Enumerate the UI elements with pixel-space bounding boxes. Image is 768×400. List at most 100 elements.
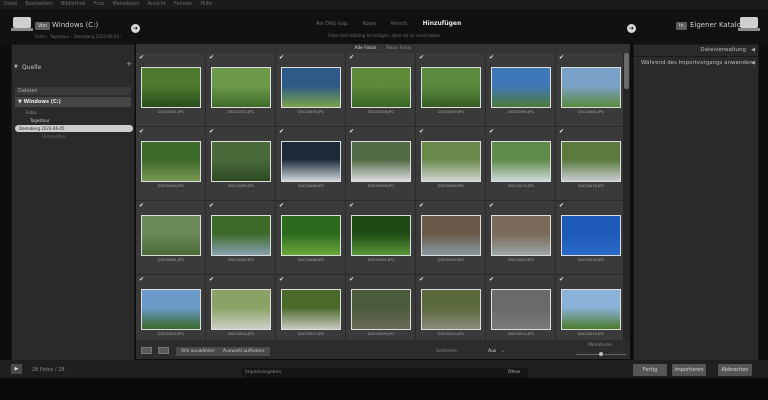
photo-cell[interactable]: ✔ DSC04468.JPG (346, 127, 416, 201)
photo-cell[interactable]: ✔ DSC04500.JPG (556, 201, 623, 275)
photo-thumbnail[interactable] (141, 67, 201, 108)
checkmark-icon[interactable]: ✔ (419, 202, 424, 209)
photo-cell[interactable]: ✔ DSC04488.JPG (276, 201, 346, 275)
photo-cell[interactable]: ✔ DSC04507.JPG (276, 275, 346, 340)
checkmark-icon[interactable]: ✔ (279, 128, 284, 135)
photo-cell[interactable]: ✔ DSC04464.JPG (136, 127, 206, 201)
checkmark-icon[interactable]: ✔ (559, 128, 564, 135)
checkmark-icon[interactable]: ✔ (209, 202, 214, 209)
photo-thumbnail[interactable] (421, 67, 481, 108)
checkmark-icon[interactable]: ✔ (209, 54, 214, 61)
photo-cell[interactable]: ✔ DSC04462.JPG (556, 53, 623, 127)
folder-item[interactable]: Unterordner (42, 134, 66, 139)
photo-thumbnail[interactable] (351, 289, 411, 330)
menu-item[interactable]: Hilfe (200, 0, 211, 9)
photo-thumbnail[interactable] (281, 67, 341, 108)
photo-cell[interactable]: ✔ DSC04492.JPG (416, 201, 486, 275)
checkmark-icon[interactable]: ✔ (279, 54, 284, 61)
photo-thumbnail[interactable] (211, 67, 271, 108)
menu-item[interactable]: Foto (94, 0, 105, 9)
photo-thumbnail[interactable] (561, 215, 621, 256)
photo-thumbnail[interactable] (561, 141, 621, 182)
photo-cell[interactable]: ✔ DSC04491.JPG (346, 201, 416, 275)
menu-item[interactable]: Bibliothek (61, 0, 86, 9)
photo-cell[interactable]: ✔ DSC04512.JPG (486, 275, 556, 340)
checkmark-icon[interactable]: ✔ (349, 54, 354, 61)
uncheck-all-button[interactable]: Auswahl aufheben (218, 347, 270, 356)
menu-item[interactable]: Ansicht (147, 0, 165, 9)
source-drive-icon[interactable] (13, 17, 31, 28)
menu-item[interactable]: Fenster (174, 0, 193, 9)
grid-view-icon[interactable] (141, 347, 152, 354)
checkmark-icon[interactable]: ✔ (349, 276, 354, 283)
check-all-button[interactable]: Alle auswählen (176, 347, 220, 356)
photo-thumbnail[interactable] (491, 67, 551, 108)
arrow-right-icon[interactable]: ➜ (627, 24, 636, 33)
grid-scrollbar[interactable] (623, 53, 630, 340)
photo-cell[interactable]: ✔ DSC04466.JPG (276, 127, 346, 201)
checkmark-icon[interactable]: ✔ (139, 276, 144, 283)
volume-windows-c[interactable]: ▼ Windows (C:) (15, 97, 131, 107)
photo-cell[interactable]: ✔ DSC04470.JPG (486, 127, 556, 201)
arrow-right-icon[interactable]: ➜ (131, 24, 140, 33)
photo-thumbnail[interactable] (491, 141, 551, 182)
slider-handle[interactable] (599, 352, 603, 356)
done-button[interactable]: Fertig (633, 364, 667, 376)
import-preset-value[interactable]: Ohne (508, 370, 520, 375)
photo-cell[interactable]: ✔ DSC04476.JPG (556, 127, 623, 201)
photo-cell[interactable]: ✔ DSC04452.JPG (206, 53, 276, 127)
photo-thumbnail[interactable] (211, 141, 271, 182)
checkmark-icon[interactable]: ✔ (139, 128, 144, 135)
folder-item-selected[interactable]: Demoberg 2023-06-05 (15, 125, 133, 132)
checkmark-icon[interactable]: ✔ (419, 128, 424, 135)
photo-cell[interactable]: ✔ DSC04515.JPG (556, 275, 623, 340)
photo-thumbnail[interactable] (141, 215, 201, 256)
collapse-left-icon[interactable]: ◀ (751, 60, 755, 66)
import-mode-option[interactable]: Hinzufügen (423, 20, 462, 27)
checkmark-icon[interactable]: ✔ (489, 202, 494, 209)
photo-thumbnail[interactable] (491, 289, 551, 330)
checkmark-icon[interactable]: ✔ (209, 276, 214, 283)
apply-during-import-section[interactable]: Während des Importvorgangs anwenden (641, 60, 753, 66)
collapse-triangle-icon[interactable]: ▼ (14, 64, 18, 70)
checkmark-icon[interactable]: ✔ (419, 276, 424, 283)
scrollbar-thumb[interactable] (624, 53, 629, 89)
photo-thumbnail[interactable] (211, 289, 271, 330)
photo-cell[interactable]: ✔ DSC04458.JPG (346, 53, 416, 127)
checkmark-icon[interactable]: ✔ (489, 276, 494, 283)
checkmark-icon[interactable]: ✔ (489, 128, 494, 135)
cancel-button[interactable]: Abbrechen (718, 364, 752, 376)
source-title[interactable]: Windows (C:) (52, 21, 98, 29)
photo-thumbnail[interactable] (211, 215, 271, 256)
checkmark-icon[interactable]: ✔ (559, 54, 564, 61)
collapse-left-icon[interactable]: ◀ (751, 47, 755, 53)
photo-thumbnail[interactable] (491, 215, 551, 256)
photo-thumbnail[interactable] (281, 141, 341, 182)
photo-thumbnail[interactable] (421, 215, 481, 256)
photo-cell[interactable]: ✔ DSC04460.JPG (486, 53, 556, 127)
import-button[interactable]: Importieren (672, 364, 706, 376)
checkmark-icon[interactable]: ✔ (349, 202, 354, 209)
chevron-down-icon[interactable]: ⌄ (501, 348, 505, 354)
checkmark-icon[interactable]: ✔ (139, 202, 144, 209)
photo-cell[interactable]: ✔ DSC04459.JPG (416, 53, 486, 127)
expand-triangle-icon[interactable]: ▶ (11, 364, 22, 374)
photo-cell[interactable]: ✔ DSC04485.JPG (206, 201, 276, 275)
import-mode-option[interactable]: Versch. (390, 21, 408, 27)
folder-item[interactable]: Fotos (26, 110, 37, 115)
photo-cell[interactable]: ✔ DSC04510.JPG (416, 275, 486, 340)
tab-new-photos[interactable]: Neue Fotos (386, 44, 411, 53)
photo-thumbnail[interactable] (141, 141, 201, 182)
checkmark-icon[interactable]: ✔ (559, 202, 564, 209)
photo-thumbnail[interactable] (281, 289, 341, 330)
import-mode-option[interactable]: Als DNG kop. (316, 21, 349, 27)
checkmark-icon[interactable]: ✔ (489, 54, 494, 61)
photo-thumbnail[interactable] (421, 141, 481, 182)
photo-cell[interactable]: ✔ DSC04481.JPG (136, 201, 206, 275)
photo-cell[interactable]: ✔ DSC04451.JPG (136, 53, 206, 127)
checkmark-icon[interactable]: ✔ (349, 128, 354, 135)
file-handling-section[interactable]: Dateiverwaltung (700, 47, 746, 53)
photo-cell[interactable]: ✔ DSC04465.JPG (206, 127, 276, 201)
sort-select[interactable]: Aus (488, 349, 496, 354)
photo-thumbnail[interactable] (561, 289, 621, 330)
